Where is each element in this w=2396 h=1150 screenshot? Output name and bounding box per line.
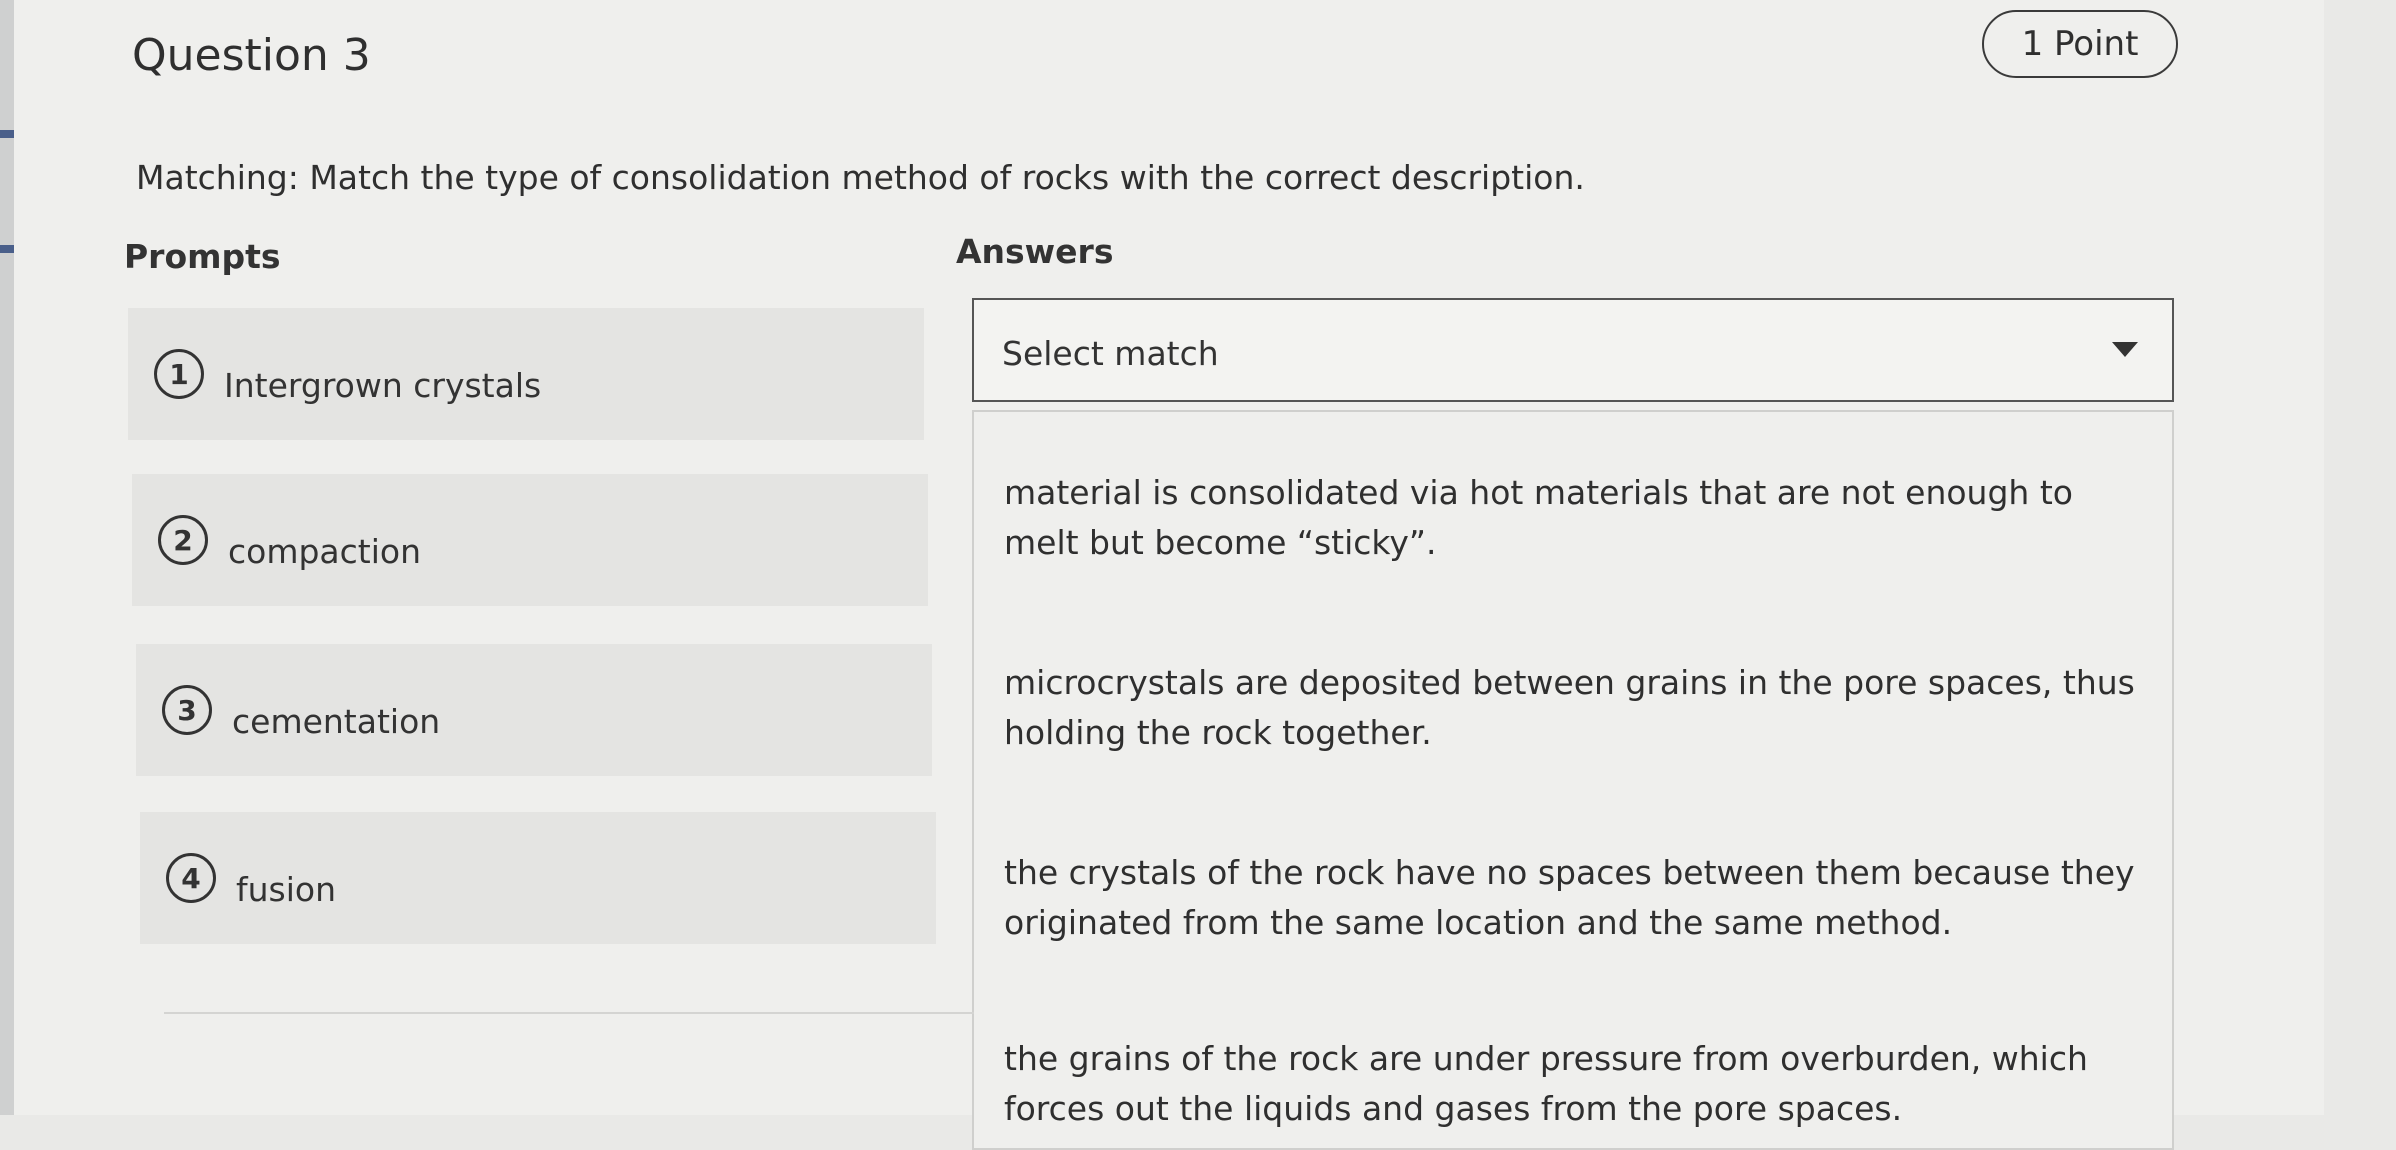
prompt-text: Intergrown crystals <box>224 365 542 405</box>
left-edge-marker <box>0 130 14 138</box>
prompt-number-badge: 2 <box>158 515 208 565</box>
answer-option-2[interactable]: microcrystals are deposited between grai… <box>1004 658 2144 758</box>
prompt-number-badge: 4 <box>166 853 216 903</box>
answer-option-1[interactable]: material is consolidated via hot materia… <box>1004 468 2144 568</box>
prompt-number-badge: 3 <box>162 685 212 735</box>
section-divider <box>164 1012 974 1014</box>
select-match-value: Select match <box>1002 334 1219 373</box>
prompt-item-4: 4 fusion <box>140 812 936 944</box>
prompt-item-2: 2 compaction <box>132 474 928 606</box>
prompt-text: fusion <box>236 869 336 909</box>
select-match-dropdown[interactable]: Select match <box>972 298 2174 402</box>
prompt-item-1: 1 Intergrown crystals <box>128 308 924 440</box>
question-panel: Question 3 1 Point Matching: Match the t… <box>14 0 2324 1150</box>
question-title: Question 3 <box>132 30 371 81</box>
answers-heading: Answers <box>956 232 1114 271</box>
prompt-number-badge: 1 <box>154 349 204 399</box>
triangle-down-icon[interactable] <box>2112 342 2138 357</box>
answers-listbox: material is consolidated via hot materia… <box>972 410 2174 1150</box>
answer-option-4[interactable]: the grains of the rock are under pressur… <box>1004 1034 2144 1134</box>
left-edge <box>0 0 14 1115</box>
prompt-item-3: 3 cementation <box>136 644 932 776</box>
prompts-heading: Prompts <box>124 237 281 276</box>
points-badge: 1 Point <box>1982 10 2178 78</box>
prompt-text: cementation <box>232 701 441 741</box>
left-edge-marker <box>0 245 14 253</box>
prompt-text: compaction <box>228 531 422 571</box>
answer-option-3[interactable]: the crystals of the rock have no spaces … <box>1004 848 2144 948</box>
question-instructions: Matching: Match the type of consolidatio… <box>136 158 1585 197</box>
